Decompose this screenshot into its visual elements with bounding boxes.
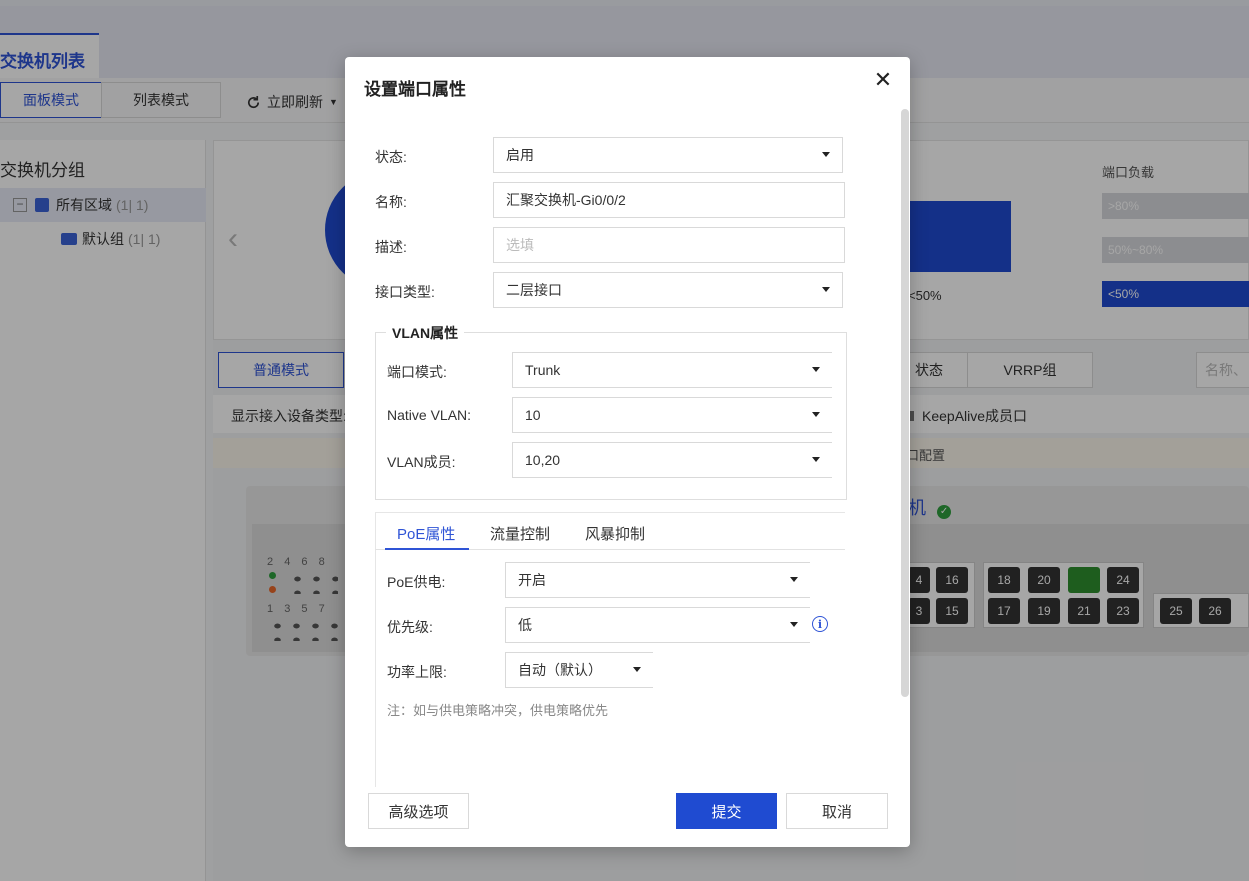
caret-down-icon: [812, 412, 820, 417]
tab-flow-control[interactable]: 流量控制: [490, 523, 550, 544]
interface-type-label: 接口类型:: [375, 284, 435, 300]
caret-down-icon: [812, 367, 820, 372]
description-placeholder: 选填: [506, 237, 534, 253]
status-value: 启用: [506, 147, 534, 163]
port-mode-label: 端口模式:: [387, 364, 447, 380]
interface-type-select[interactable]: 二层接口: [493, 272, 843, 308]
status-label: 状态:: [375, 149, 407, 165]
port-mode-select[interactable]: Trunk: [512, 352, 832, 388]
power-limit-select[interactable]: 自动（默认）: [505, 652, 653, 688]
vlan-members-value: 10,20: [525, 452, 561, 468]
priority-value: 低: [518, 617, 532, 633]
tab-body-border: [375, 550, 376, 787]
priority-select[interactable]: 低: [505, 607, 810, 643]
caret-down-icon: [812, 457, 820, 462]
vlan-members-label: VLAN成员:: [387, 454, 456, 470]
description-input[interactable]: 选填: [493, 227, 845, 263]
native-vlan-select[interactable]: 10: [512, 397, 832, 433]
power-limit-value: 自动（默认）: [518, 662, 602, 678]
submit-button[interactable]: 提交: [676, 793, 777, 829]
active-tab-indicator: [385, 548, 469, 550]
cancel-button[interactable]: 取消: [786, 793, 888, 829]
native-vlan-label: Native VLAN:: [387, 407, 472, 423]
name-label: 名称:: [375, 194, 407, 210]
caret-down-icon: [633, 667, 641, 672]
poe-power-value: 开启: [518, 572, 546, 588]
power-limit-label: 功率上限:: [387, 664, 447, 680]
poe-hint: 注：如与供电策略冲突，供电策略优先: [387, 703, 609, 718]
close-icon[interactable]: ✕: [872, 69, 894, 91]
advanced-options-button[interactable]: 高级选项: [368, 793, 469, 829]
tab-storm-control[interactable]: 风暴抑制: [585, 523, 645, 544]
description-label: 描述:: [375, 239, 407, 255]
caret-down-icon: [790, 622, 798, 627]
port-mode-value: Trunk: [525, 362, 561, 378]
status-select[interactable]: 启用: [493, 137, 843, 173]
caret-down-icon: [822, 152, 830, 157]
poe-power-select[interactable]: 开启: [505, 562, 810, 598]
interface-type-value: 二层接口: [506, 282, 562, 298]
port-settings-dialog: 设置端口属性 ✕ 状态: 启用 名称: 汇聚交换机-Gi0/0/2 描述: 选填…: [345, 57, 910, 847]
vlan-legend: VLAN属性: [386, 323, 465, 343]
property-tabs: PoE属性 流量控制 风暴抑制: [375, 512, 845, 550]
info-icon[interactable]: i: [812, 616, 828, 632]
poe-power-label: PoE供电:: [387, 574, 446, 590]
name-value: 汇聚交换机-Gi0/0/2: [506, 192, 626, 208]
dialog-title: 设置端口属性: [364, 80, 466, 99]
priority-label: 优先级:: [387, 619, 433, 635]
vlan-members-select[interactable]: 10,20: [512, 442, 832, 478]
caret-down-icon: [822, 287, 830, 292]
dialog-scrollbar[interactable]: [901, 109, 909, 697]
native-vlan-value: 10: [525, 407, 541, 423]
tab-poe[interactable]: PoE属性: [397, 523, 455, 544]
name-input[interactable]: 汇聚交换机-Gi0/0/2: [493, 182, 845, 218]
caret-down-icon: [790, 577, 798, 582]
